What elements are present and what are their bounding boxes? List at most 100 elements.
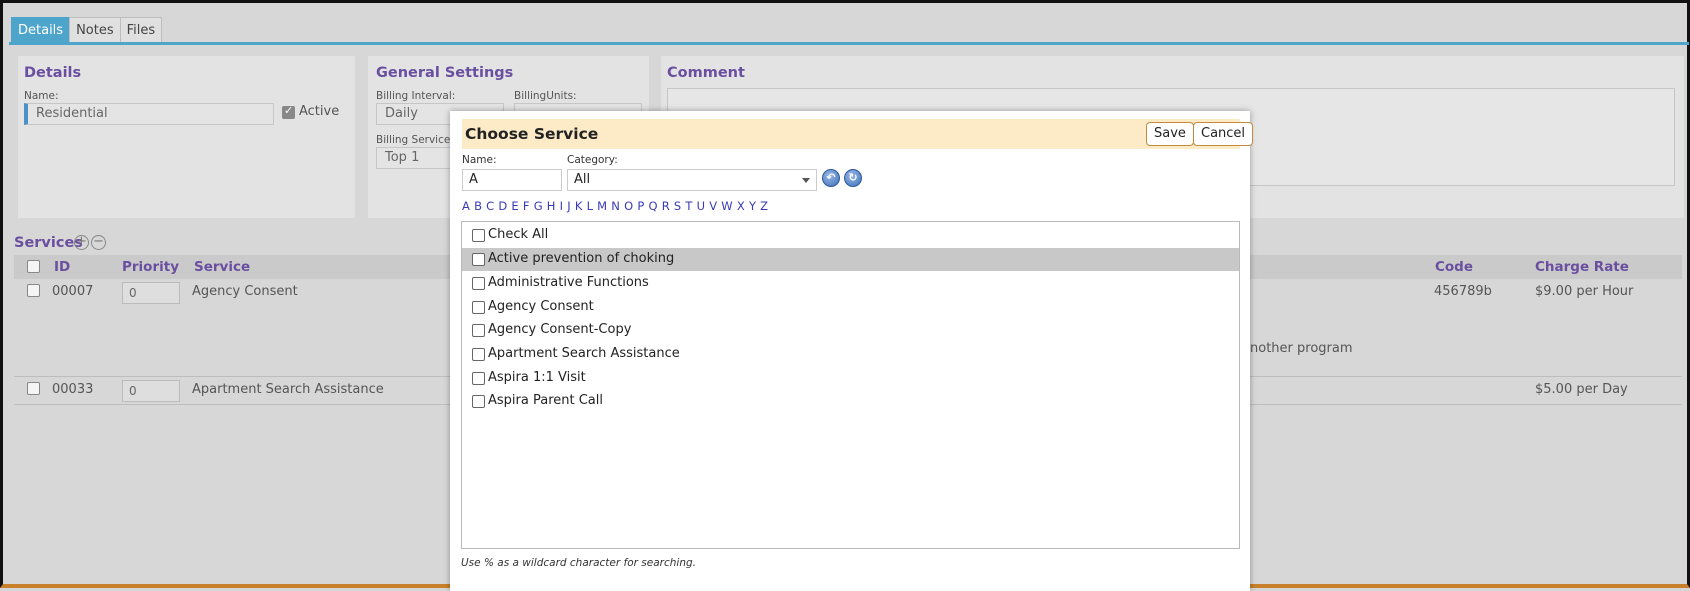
alphabet-letter-c[interactable]: C <box>486 199 494 213</box>
list-item[interactable]: Aspira 1:1 Visit <box>462 367 1239 390</box>
dialog-category-label: Category: <box>567 154 618 166</box>
alphabet-letter-v[interactable]: V <box>709 199 717 213</box>
list-item-label: Apartment Search Assistance <box>488 346 680 361</box>
check-all-item[interactable]: Check All <box>462 224 1239 247</box>
list-item-label: Aspira 1:1 Visit <box>488 370 586 385</box>
list-item[interactable]: Aspira Parent Call <box>462 390 1239 413</box>
alphabet-letter-l[interactable]: L <box>587 199 593 213</box>
service-row-checkbox[interactable] <box>27 284 40 297</box>
general-settings-title: General Settings <box>376 65 514 81</box>
service-list[interactable]: Check All Active prevention of choking A… <box>461 221 1240 549</box>
list-item-label: Agency Consent-Copy <box>488 322 632 337</box>
alphabet-letter-d[interactable]: D <box>498 199 507 213</box>
column-id[interactable]: ID <box>54 259 70 275</box>
comment-title: Comment <box>667 65 745 81</box>
wildcard-hint: Use % as a wildcard character for search… <box>461 557 696 569</box>
list-item-label: Agency Consent <box>488 299 594 314</box>
alphabet-letter-i[interactable]: I <box>560 199 563 213</box>
service-row-note: nother program <box>1250 341 1353 356</box>
service-row-checkbox[interactable] <box>27 382 40 395</box>
list-item[interactable]: Agency Consent <box>462 296 1239 319</box>
check-all-checkbox[interactable] <box>472 229 485 242</box>
alphabet-letter-n[interactable]: N <box>611 199 620 213</box>
service-row-code: 456789b <box>1434 284 1492 299</box>
service-row-priority[interactable]: 0 <box>122 282 180 304</box>
column-service[interactable]: Service <box>194 259 250 275</box>
alphabet-letter-q[interactable]: Q <box>648 199 657 213</box>
list-item-checkbox[interactable] <box>472 372 485 385</box>
alphabet-letter-m[interactable]: M <box>597 199 607 213</box>
list-item-checkbox[interactable] <box>472 253 485 266</box>
tab-underline <box>9 42 1689 45</box>
list-item[interactable]: Administrative Functions <box>462 272 1239 295</box>
column-priority[interactable]: Priority <box>122 259 179 275</box>
category-select-value: All <box>574 172 591 187</box>
column-charge-rate[interactable]: Charge Rate <box>1535 259 1629 275</box>
service-row-id: 00007 <box>52 284 94 299</box>
dialog-name-label: Name: <box>462 154 497 166</box>
list-item-label: Administrative Functions <box>488 275 649 290</box>
refresh-icon[interactable]: ↻ <box>844 169 862 187</box>
alphabet-letter-s[interactable]: S <box>674 199 681 213</box>
dialog-name-input[interactable]: A <box>462 169 562 191</box>
tab-details[interactable]: Details <box>11 17 71 43</box>
tab-bar: Details Notes Files <box>11 17 163 43</box>
app-frame: Details Notes Files Details Name: Reside… <box>0 0 1690 591</box>
list-item[interactable]: Active prevention of choking <box>462 248 1239 271</box>
alphabet-letter-r[interactable]: R <box>662 199 670 213</box>
service-row-charge-rate: $9.00 per Hour <box>1535 284 1634 299</box>
alphabet-letter-f[interactable]: F <box>523 199 530 213</box>
service-row-priority[interactable]: 0 <box>122 380 180 402</box>
column-code[interactable]: Code <box>1435 259 1473 275</box>
alphabet-letter-y[interactable]: Y <box>749 199 756 213</box>
save-button[interactable]: Save <box>1146 122 1194 146</box>
choose-service-dialog: Choose Service Save Cancel Name: A Categ… <box>450 111 1254 591</box>
service-row-name: Agency Consent <box>192 284 298 299</box>
alphabet-letter-h[interactable]: H <box>547 199 556 213</box>
list-item-checkbox[interactable] <box>472 277 485 290</box>
list-item-label: Active prevention of choking <box>488 251 675 266</box>
alphabet-letter-z[interactable]: Z <box>760 199 768 213</box>
active-label: Active <box>299 104 340 119</box>
cancel-button[interactable]: Cancel <box>1193 122 1254 146</box>
list-item-checkbox[interactable] <box>472 301 485 314</box>
alphabet-letter-t[interactable]: T <box>685 199 692 213</box>
alphabet-letter-u[interactable]: U <box>697 199 705 213</box>
details-panel: Details Name: Residential Active <box>18 56 355 218</box>
billing-service-label: Billing Service S <box>376 134 461 146</box>
back-arrow-icon[interactable]: ↶ <box>822 169 840 187</box>
add-service-icon[interactable]: + <box>74 235 89 250</box>
details-title: Details <box>24 65 82 81</box>
alphabet-letter-p[interactable]: P <box>637 199 644 213</box>
list-item-checkbox[interactable] <box>472 395 485 408</box>
alphabet-letter-b[interactable]: B <box>474 199 482 213</box>
remove-service-icon[interactable]: − <box>91 235 106 250</box>
alphabet-letter-a[interactable]: A <box>462 199 470 213</box>
alphabet-letter-o[interactable]: O <box>624 199 633 213</box>
alphabet-letter-g[interactable]: G <box>534 199 543 213</box>
tab-notes[interactable]: Notes <box>69 17 121 43</box>
list-item-checkbox[interactable] <box>472 324 485 337</box>
alphabet-letter-j[interactable]: J <box>567 199 570 213</box>
select-all-services-checkbox[interactable] <box>27 260 40 273</box>
billing-units-label: BillingUnits: <box>514 90 577 102</box>
service-row-name: Apartment Search Assistance <box>192 382 384 397</box>
category-select[interactable]: All <box>567 169 817 191</box>
check-all-label: Check All <box>488 227 549 242</box>
tab-files[interactable]: Files <box>119 17 163 43</box>
dialog-header: Choose Service Save Cancel <box>462 119 1254 149</box>
billing-interval-label: Billing Interval: <box>376 90 456 102</box>
alphabet-filter: ABCDEFGHIJKLMNOPQRSTUVWXYZ <box>462 199 772 213</box>
alphabet-letter-e[interactable]: E <box>511 199 518 213</box>
list-item-label: Aspira Parent Call <box>488 393 603 408</box>
list-item[interactable]: Apartment Search Assistance <box>462 343 1239 366</box>
alphabet-letter-w[interactable]: W <box>721 199 732 213</box>
service-row-id: 00033 <box>52 382 94 397</box>
alphabet-letter-k[interactable]: K <box>575 199 583 213</box>
dialog-title: Choose Service <box>465 125 599 143</box>
active-checkbox[interactable] <box>282 104 295 119</box>
details-name-field[interactable]: Residential <box>24 103 274 125</box>
list-item[interactable]: Agency Consent-Copy <box>462 319 1239 342</box>
alphabet-letter-x[interactable]: X <box>737 199 745 213</box>
list-item-checkbox[interactable] <box>472 348 485 361</box>
